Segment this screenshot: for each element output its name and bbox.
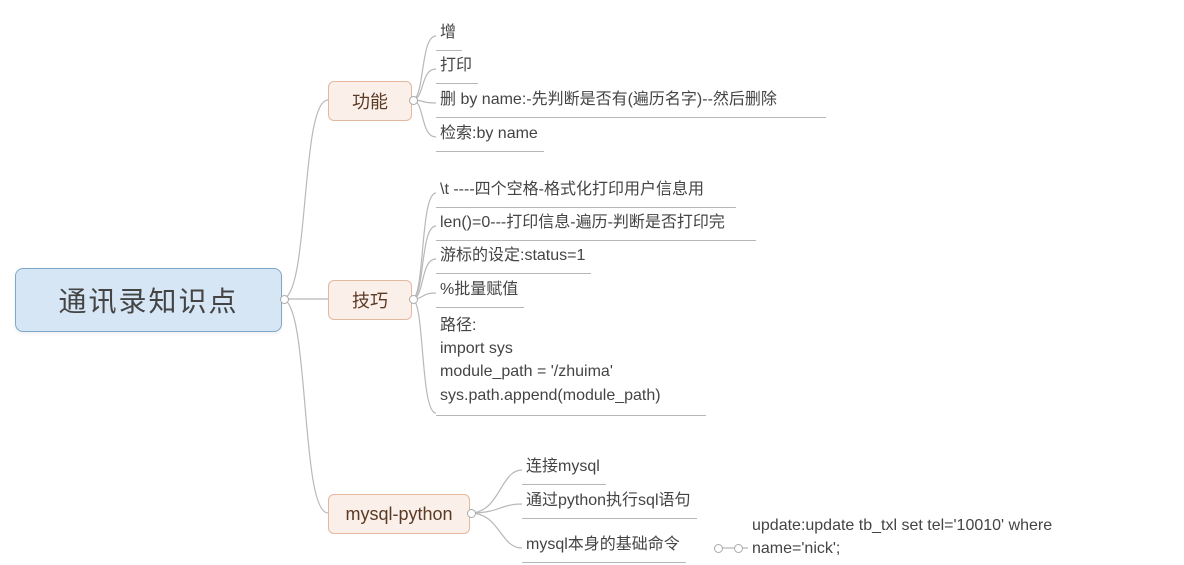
leaf-tips-1[interactable]: len()=0---打印信息-遍历-判断是否打印完: [436, 204, 756, 241]
branch-tips[interactable]: 技巧: [328, 280, 412, 320]
collapse-icon[interactable]: [734, 544, 743, 553]
leaf-features-2[interactable]: 删 by name:-先判断是否有(遍历名字)--然后删除: [436, 81, 826, 118]
leaf-features-1[interactable]: 打印: [436, 47, 478, 84]
branch-mysql[interactable]: mysql-python: [328, 494, 470, 534]
leaf-mysql-0[interactable]: 连接mysql: [522, 448, 606, 485]
branch-label: 功能: [352, 88, 388, 114]
branch-features[interactable]: 功能: [328, 81, 412, 121]
branch-label: 技巧: [352, 287, 388, 313]
branch-tips-outport: [409, 295, 418, 304]
leaf-tips-2[interactable]: 游标的设定:status=1: [436, 237, 591, 274]
branch-mysql-outport: [467, 509, 476, 518]
leaf-mysql-2-child[interactable]: update:update tb_txl set tel='10010' whe…: [748, 510, 1138, 565]
root-label: 通讯录知识点: [58, 280, 238, 320]
leaf-mysql-1[interactable]: 通过python执行sql语句: [522, 482, 697, 519]
root-node[interactable]: 通讯录知识点: [15, 268, 282, 332]
leaf-mysql-2-outport: [714, 544, 723, 553]
leaf-tips-3[interactable]: %批量赋值: [436, 271, 524, 308]
leaf-tips-0[interactable]: \t ----四个空格-格式化打印用户信息用: [436, 171, 736, 208]
mindmap-canvas: 通讯录知识点 功能 增 打印 删 by name:-先判断是否有(遍历名字)--…: [0, 0, 1184, 565]
leaf-tips-4[interactable]: 路径: import sys module_path = '/zhuima' s…: [436, 310, 706, 416]
leaf-features-0[interactable]: 增: [436, 14, 462, 51]
branch-features-outport: [409, 96, 418, 105]
root-outport: [280, 295, 289, 304]
leaf-features-3[interactable]: 检索:by name: [436, 115, 544, 152]
branch-label: mysql-python: [345, 504, 452, 525]
leaf-mysql-2[interactable]: mysql本身的基础命令: [522, 526, 686, 563]
